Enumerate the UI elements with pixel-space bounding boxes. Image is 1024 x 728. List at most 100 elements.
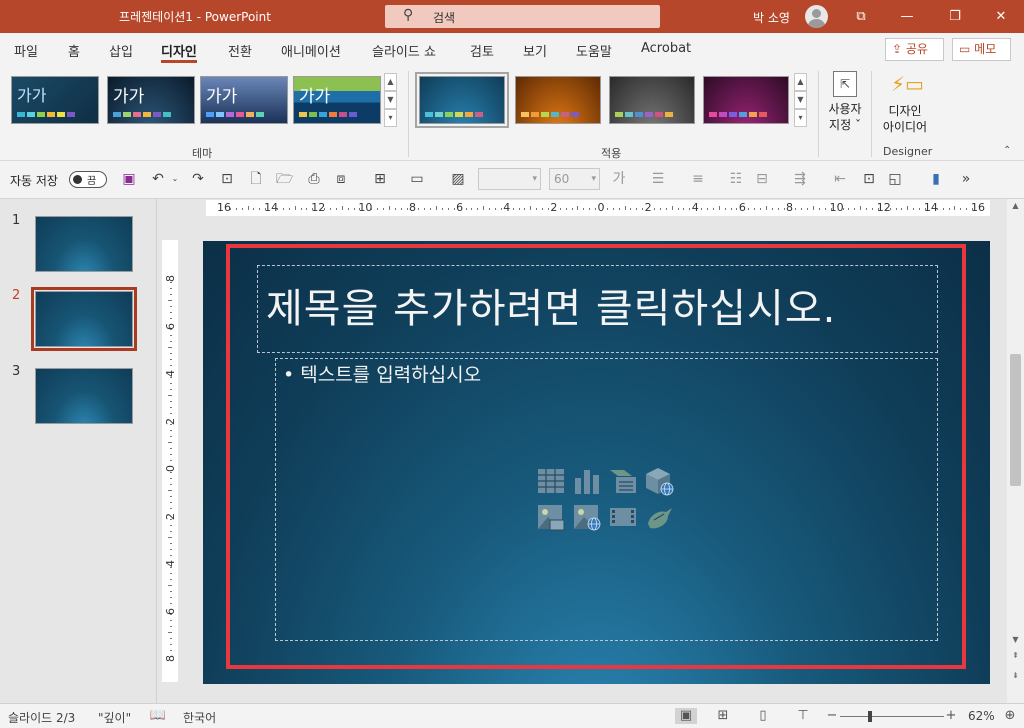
- font-name-combo[interactable]: ▾: [478, 168, 541, 190]
- insert-smartart-icon[interactable]: [608, 466, 638, 496]
- scroll-up-icon[interactable]: ▲: [1007, 201, 1024, 210]
- tab-acrobat[interactable]: Acrobat: [641, 41, 691, 56]
- align-text-icon[interactable]: ⇤: [832, 171, 848, 187]
- redo-icon[interactable]: ↷: [190, 171, 206, 187]
- picture-icon[interactable]: ▨: [450, 171, 466, 187]
- save-icon[interactable]: ▣: [121, 171, 137, 187]
- theme-thumbnail-3[interactable]: 가가: [200, 76, 288, 124]
- variant-scroll-up-icon[interactable]: ▲: [794, 73, 807, 91]
- ribbon-display-options-icon[interactable]: ⧉: [838, 0, 884, 33]
- next-slide-icon[interactable]: ⇟: [1007, 671, 1024, 680]
- align-icon[interactable]: ⊟: [754, 171, 770, 187]
- theme-thumbnail-1[interactable]: 가가: [11, 76, 99, 124]
- scroll-down-icon[interactable]: ▼: [384, 91, 397, 109]
- variant-thumbnail-1[interactable]: [415, 72, 509, 128]
- font-size-combo[interactable]: 60 ▾: [549, 168, 600, 190]
- undo-icon[interactable]: ↶: [150, 171, 166, 187]
- comments-button[interactable]: ▭ 메모: [952, 38, 1011, 61]
- reading-view-icon[interactable]: ▯: [754, 708, 772, 724]
- insert-3d-model-icon[interactable]: [644, 466, 674, 496]
- avatar[interactable]: [805, 5, 828, 28]
- ruler-tick: [170, 566, 172, 568]
- new-file-icon[interactable]: 🗋: [248, 171, 264, 187]
- minimize-icon[interactable]: —: [884, 0, 930, 33]
- shapes-icon[interactable]: ◱: [887, 171, 903, 187]
- start-from-beginning-icon[interactable]: ⊡: [219, 171, 235, 187]
- normal-view-icon[interactable]: ▣: [675, 708, 697, 724]
- ruler-tick: [913, 208, 915, 210]
- zoom-in-icon[interactable]: +: [942, 708, 960, 724]
- theme-name: "깊이": [98, 711, 132, 725]
- previous-slide-icon[interactable]: ⇞: [1007, 651, 1024, 660]
- insert-icons-icon[interactable]: [644, 502, 674, 532]
- scroll-up-icon[interactable]: ▲: [384, 73, 397, 91]
- ruler-tick: [436, 206, 438, 210]
- insert-picture-icon[interactable]: [536, 502, 566, 532]
- slide-thumbnail-1[interactable]: [35, 216, 133, 272]
- variant-thumbnail-4[interactable]: [703, 76, 789, 124]
- autosave-toggle[interactable]: 끔: [69, 171, 107, 188]
- open-folder-icon[interactable]: 🗁: [276, 171, 293, 187]
- screenshot-icon[interactable]: ⊡: [861, 171, 877, 187]
- collapse-ribbon-icon[interactable]: ⌃: [1003, 145, 1011, 156]
- font-color-icon[interactable]: 가: [611, 171, 627, 187]
- slide-thumbnail-2[interactable]: [31, 287, 137, 351]
- undo-dropdown-icon[interactable]: ⌄: [167, 171, 183, 187]
- tab-home[interactable]: 홈: [68, 41, 80, 60]
- tab-transitions[interactable]: 전환: [228, 41, 252, 60]
- numbering-icon[interactable]: ≡: [690, 171, 706, 187]
- user-name[interactable]: 박 소영: [753, 9, 790, 26]
- variant-scroll-down-icon[interactable]: ▼: [794, 91, 807, 109]
- new-slide-icon[interactable]: ⧈: [333, 171, 349, 187]
- status-bar: 슬라이드 2/3 "깊이" 📖 한국어 ▣ ⊞ ▯ ⊤ − + 62% ⊕: [0, 703, 1024, 728]
- chart-icon[interactable]: ▮: [928, 171, 944, 187]
- more-commands-icon[interactable]: »: [958, 171, 974, 187]
- close-icon[interactable]: ✕: [978, 0, 1024, 33]
- zoom-out-icon[interactable]: −: [823, 708, 841, 724]
- tab-animations[interactable]: 애니메이션: [281, 41, 341, 60]
- ruler-tick: [707, 208, 709, 210]
- content-placeholder[interactable]: [275, 358, 938, 641]
- fit-to-window-icon[interactable]: ⊕: [1001, 708, 1019, 724]
- search-box[interactable]: ⚲ 검색: [385, 5, 660, 28]
- tab-design[interactable]: 디자인: [161, 41, 197, 63]
- zoom-level[interactable]: 62%: [968, 709, 995, 723]
- line-spacing-icon[interactable]: ☷: [728, 171, 744, 187]
- share-button[interactable]: ⇪ 공유: [885, 38, 944, 61]
- accessibility-icon[interactable]: 📖: [149, 708, 167, 724]
- tab-file[interactable]: 파일: [14, 41, 38, 60]
- ruler-tick: [170, 590, 172, 592]
- more-themes-icon[interactable]: ▾: [384, 109, 397, 127]
- text-direction-icon[interactable]: ⇶: [792, 171, 808, 187]
- slideshow-view-icon[interactable]: ⊤: [794, 708, 812, 724]
- ruler-tick: [170, 365, 172, 367]
- section-icon[interactable]: ▭: [409, 171, 425, 187]
- variant-thumbnail-3[interactable]: [609, 76, 695, 124]
- scroll-down-icon[interactable]: ▼: [1007, 635, 1024, 644]
- insert-video-icon[interactable]: [608, 502, 638, 532]
- language[interactable]: 한국어: [183, 709, 216, 726]
- print-preview-icon[interactable]: ⎙: [306, 171, 322, 187]
- tab-help[interactable]: 도움말: [576, 41, 612, 60]
- tab-view[interactable]: 보기: [523, 41, 547, 60]
- bullets-icon[interactable]: ☰: [650, 171, 666, 187]
- restore-icon[interactable]: ❐: [932, 0, 978, 33]
- layout-icon[interactable]: ⊞: [372, 171, 388, 187]
- scrollbar-thumb[interactable]: [1010, 354, 1021, 486]
- vertical-scrollbar[interactable]: ▲ ▼ ⇞ ⇟: [1007, 199, 1024, 703]
- theme-thumbnail-4[interactable]: 가가: [293, 76, 381, 124]
- tab-slideshow[interactable]: 슬라이드 쇼: [372, 41, 436, 60]
- slide-thumbnail-3[interactable]: [35, 368, 133, 424]
- zoom-slider-thumb[interactable]: [868, 711, 873, 722]
- variant-thumbnail-2[interactable]: [515, 76, 601, 124]
- tab-review[interactable]: 검토: [470, 41, 494, 60]
- theme-thumbnail-2[interactable]: 가가: [107, 76, 195, 124]
- insert-online-picture-icon[interactable]: [572, 502, 602, 532]
- slide-counter: 슬라이드 2/3: [8, 711, 76, 725]
- tab-insert[interactable]: 삽입: [109, 41, 133, 60]
- insert-chart-icon[interactable]: [572, 466, 602, 496]
- more-variants-icon[interactable]: ▾: [794, 109, 807, 127]
- insert-table-icon[interactable]: [536, 466, 566, 496]
- slide-sorter-icon[interactable]: ⊞: [714, 708, 732, 724]
- zoom-slider-track[interactable]: [840, 716, 944, 717]
